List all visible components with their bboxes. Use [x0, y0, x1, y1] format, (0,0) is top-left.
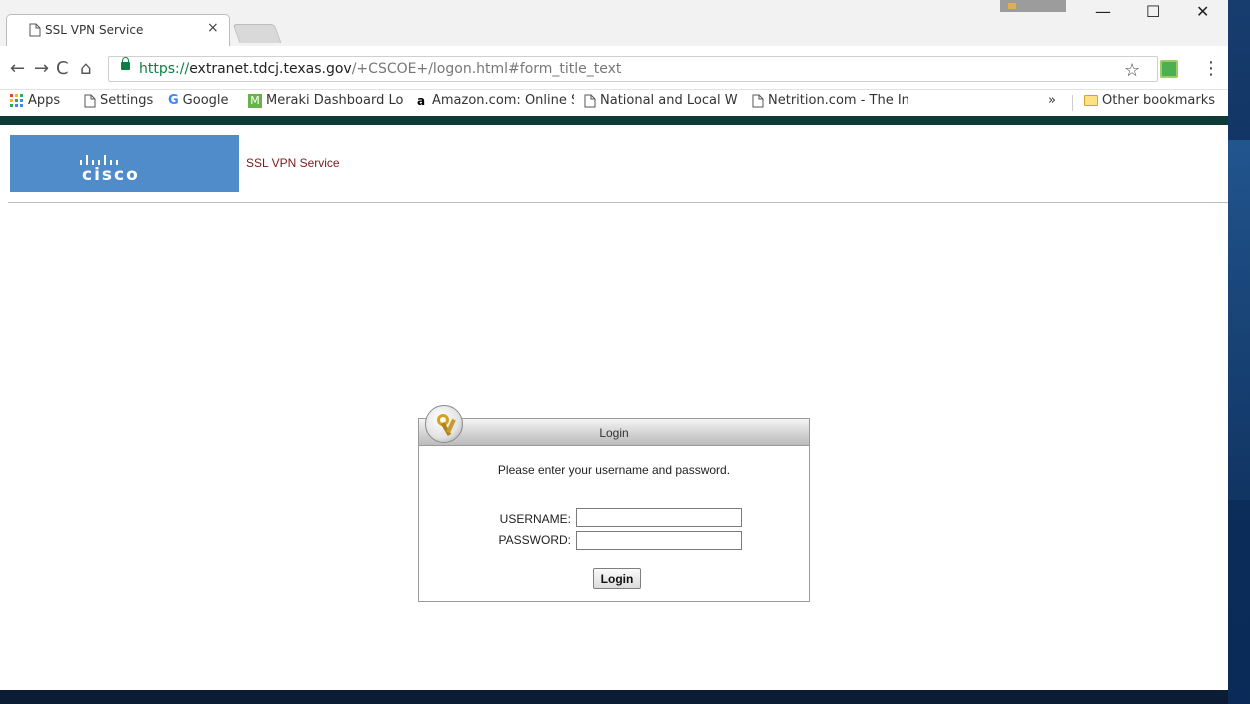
reload-icon[interactable]: C	[56, 58, 69, 79]
login-prompt: Please enter your username and password.	[497, 463, 731, 477]
browser-toolbar: ← → C ⌂ https://extranet.tdcj.texas.gov/…	[0, 46, 1228, 90]
bookmarks-overflow-icon[interactable]: »	[1048, 93, 1056, 108]
username-input[interactable]	[576, 508, 742, 527]
bookmark-netrition[interactable]: Netrition.com - The In	[752, 93, 908, 108]
folder-icon	[1084, 95, 1098, 106]
username-label: USERNAME:	[499, 512, 571, 526]
page-icon	[29, 23, 41, 37]
divider	[1072, 95, 1073, 111]
bookmark-label: National and Local W	[600, 93, 738, 108]
url-text: https://extranet.tdcj.texas.gov/+CSCOE+/…	[139, 61, 621, 77]
apps-icon	[10, 93, 24, 108]
login-panel: Login Please enter your username and pas…	[418, 405, 810, 602]
login-title: Login	[599, 426, 629, 440]
tab-strip: SSL VPN Service × — ☐ ✕	[0, 0, 1228, 46]
extension-icon[interactable]	[1160, 60, 1178, 78]
page-content: cisco SSL VPN Service Login Please enter…	[0, 116, 1228, 690]
cisco-wordmark: cisco	[82, 165, 140, 185]
menu-icon[interactable]: ⋮	[1202, 58, 1220, 79]
password-label: PASSWORD:	[498, 533, 571, 547]
bookmark-meraki[interactable]: M Meraki Dashboard Lo	[248, 93, 418, 108]
bookmark-star-icon[interactable]: ☆	[1124, 60, 1140, 81]
brand-bar	[0, 116, 1228, 125]
url-host: extranet.tdcj.texas.gov	[189, 61, 352, 77]
cisco-logo: cisco	[10, 135, 239, 192]
tab-ssl-vpn[interactable]: SSL VPN Service ×	[6, 14, 230, 46]
bookmark-label: Amazon.com: Online S	[432, 93, 574, 108]
taskbar	[0, 690, 1228, 704]
meraki-icon: M	[248, 93, 262, 108]
new-tab-button[interactable]	[232, 24, 282, 43]
cisco-bars-icon	[80, 147, 122, 165]
back-icon[interactable]: ←	[10, 58, 25, 79]
bookmark-amazon[interactable]: a Amazon.com: Online S	[414, 93, 574, 108]
bookmark-national-local[interactable]: National and Local W	[584, 93, 740, 108]
close-window-icon[interactable]: ✕	[1196, 2, 1209, 21]
forward-icon[interactable]: →	[34, 58, 49, 79]
password-input[interactable]	[576, 531, 742, 550]
bookmark-label: Apps	[28, 93, 61, 108]
bookmark-label: Google	[182, 93, 229, 108]
url-path: /+CSCOE+/logon.html#form_title_text	[351, 61, 622, 77]
bookmarks-bar: Apps Settings G Google M Meraki Dashboard …	[0, 90, 1228, 116]
keys-icon	[425, 405, 463, 443]
desktop-background	[1228, 0, 1250, 704]
page-icon	[84, 94, 96, 107]
bookmark-label: Meraki Dashboard Lo	[266, 93, 404, 108]
bookmark-other[interactable]: Other bookmarks	[1084, 93, 1215, 108]
login-header: Login	[419, 419, 809, 446]
address-bar[interactable]: https://extranet.tdcj.texas.gov/+CSCOE+/…	[108, 56, 1158, 82]
page-title: SSL VPN Service	[246, 156, 340, 170]
page-icon	[584, 94, 596, 107]
google-icon: G	[168, 93, 179, 108]
home-icon[interactable]: ⌂	[80, 58, 91, 79]
bookmark-google[interactable]: G Google	[168, 93, 229, 108]
bookmark-label: Netrition.com - The In	[768, 93, 908, 108]
tab-title: SSL VPN Service	[45, 23, 144, 37]
login-button[interactable]: Login	[593, 568, 641, 589]
profile-chip[interactable]	[1000, 0, 1066, 12]
divider	[8, 202, 1228, 203]
bookmark-label: Settings	[100, 93, 154, 108]
minimize-icon[interactable]: —	[1095, 2, 1111, 21]
page-icon	[752, 94, 764, 107]
browser-window: SSL VPN Service × — ☐ ✕ ← → C ⌂ https://…	[0, 0, 1228, 690]
close-tab-icon[interactable]: ×	[207, 20, 219, 36]
lock-icon	[121, 57, 130, 70]
amazon-icon: a	[414, 93, 428, 108]
maximize-icon[interactable]: ☐	[1146, 2, 1160, 21]
bookmark-label: Other bookmarks	[1102, 93, 1216, 108]
bookmark-settings[interactable]: Settings	[84, 93, 153, 108]
bookmark-apps[interactable]: Apps	[10, 93, 60, 108]
url-scheme: https://	[139, 61, 190, 77]
